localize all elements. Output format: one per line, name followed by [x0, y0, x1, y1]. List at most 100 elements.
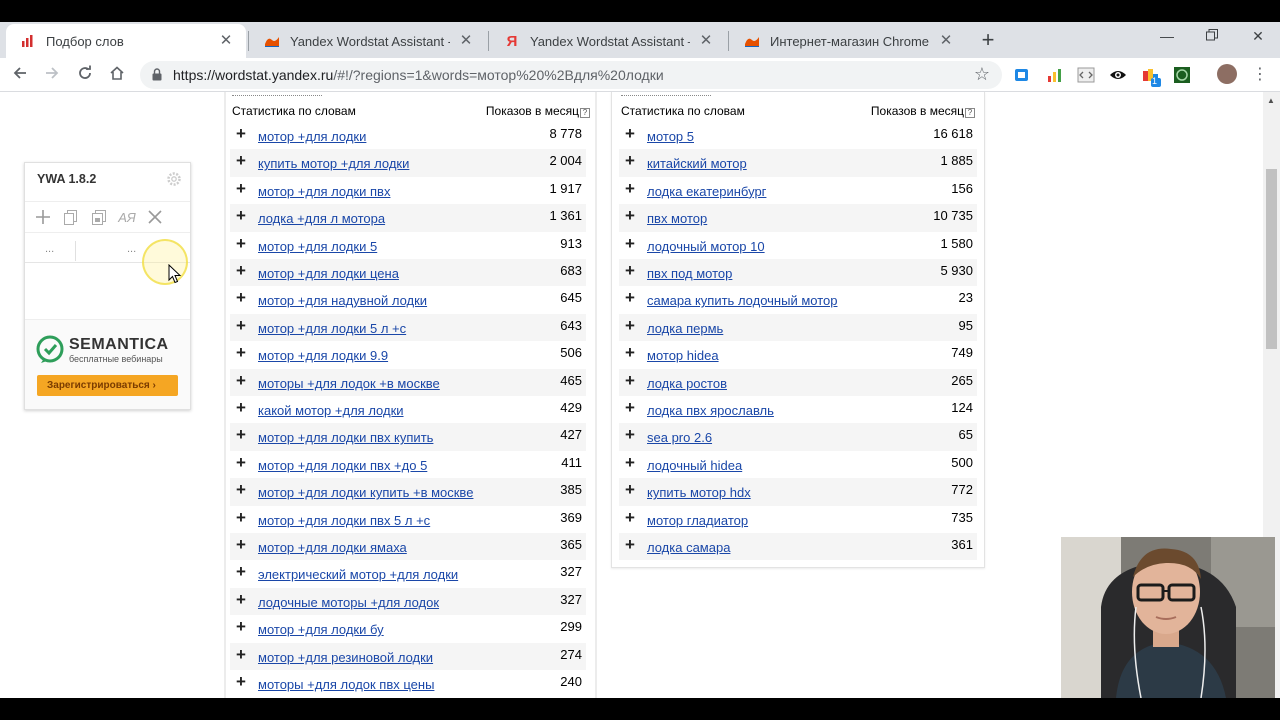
close-tab-icon[interactable]: ✕: [458, 33, 474, 49]
copy-with-counts-icon[interactable]: [89, 207, 109, 227]
new-tab-button[interactable]: +: [977, 29, 999, 52]
add-phrase-icon[interactable]: +: [625, 398, 635, 418]
keyword-link[interactable]: лодка пермь: [647, 321, 723, 336]
keyword-link[interactable]: купить мотор +для лодки: [258, 156, 409, 171]
keyword-link[interactable]: лодка +для л мотора: [258, 211, 385, 226]
forward-button[interactable]: [42, 65, 62, 85]
add-phrase-icon[interactable]: +: [625, 343, 635, 363]
keyword-link[interactable]: мотор +для лодки ямаха: [258, 540, 407, 555]
keyword-link[interactable]: мотор +для лодки пвх: [258, 184, 390, 199]
keyword-link[interactable]: пвх под мотор: [647, 266, 732, 281]
keyword-link[interactable]: мотор +для лодки 9.9: [258, 348, 388, 363]
keyword-link[interactable]: моторы +для лодок +в москве: [258, 376, 440, 391]
add-phrase-icon[interactable]: +: [236, 234, 246, 254]
add-phrase-icon[interactable]: +: [236, 261, 246, 281]
restore-button[interactable]: [1202, 28, 1222, 46]
keyword-link[interactable]: мотор +для лодки: [258, 129, 366, 144]
keyword-link[interactable]: мотор 5: [647, 129, 694, 144]
ywa-column-1[interactable]: ...: [45, 243, 54, 255]
green-ext-icon[interactable]: [1173, 66, 1191, 84]
sort-az-icon[interactable]: AЯ: [117, 207, 137, 227]
keyword-link[interactable]: лодочный мотор 10: [647, 239, 765, 254]
add-phrase-icon[interactable]: +: [625, 453, 635, 473]
keyword-link[interactable]: какой мотор +для лодки: [258, 403, 404, 418]
add-phrase-icon[interactable]: +: [236, 425, 246, 445]
add-phrase-icon[interactable]: +: [236, 672, 246, 692]
add-phrase-icon[interactable]: +: [625, 480, 635, 500]
semantica-ad[interactable]: SEMANTICA бесплатные вебинары Зарегистри…: [25, 319, 190, 409]
keyword-link[interactable]: лодка ростов: [647, 376, 727, 391]
more-icon[interactable]: ⋮: [1252, 66, 1270, 84]
add-phrase-icon[interactable]: +: [236, 151, 246, 171]
register-button[interactable]: Зарегистрироваться ›: [37, 375, 178, 396]
keyword-link[interactable]: sea pro 2.6: [647, 430, 712, 445]
keyword-link[interactable]: мотор +для лодки бу: [258, 622, 384, 637]
add-phrase-icon[interactable]: +: [236, 179, 246, 199]
close-tab-icon[interactable]: ✕: [218, 33, 234, 49]
home-button[interactable]: [107, 65, 127, 85]
add-phrase-icon[interactable]: +: [625, 261, 635, 281]
keyword-link[interactable]: мотор +для лодки купить +в москве: [258, 485, 473, 500]
add-phrase-icon[interactable]: +: [236, 371, 246, 391]
add-phrase-icon[interactable]: +: [236, 562, 246, 582]
scroll-thumb[interactable]: [1266, 169, 1277, 349]
back-button[interactable]: [10, 65, 30, 85]
keyword-link[interactable]: купить мотор hdx: [647, 485, 751, 500]
add-phrase-icon[interactable]: +: [236, 343, 246, 363]
add-phrase-icon[interactable]: +: [625, 234, 635, 254]
add-phrase-icon[interactable]: +: [236, 480, 246, 500]
keyword-link[interactable]: моторы +для лодок пвх цены: [258, 677, 434, 692]
keyword-link[interactable]: мотор +для лодки 5: [258, 239, 377, 254]
keyword-link[interactable]: лодочные моторы +для лодок: [258, 595, 439, 610]
keyword-link[interactable]: лодочный hidea: [647, 458, 742, 473]
add-phrase-icon[interactable]: +: [236, 316, 246, 336]
add-phrase-icon[interactable]: +: [625, 151, 635, 171]
tab-ywa-yandex[interactable]: Я Yandex Wordstat Assistant — Янд ✕: [490, 24, 726, 58]
keyword-link[interactable]: самара купить лодочный мотор: [647, 293, 837, 308]
add-phrase-icon[interactable]: +: [625, 425, 635, 445]
add-phrase-icon[interactable]: +: [236, 453, 246, 473]
add-phrase-icon[interactable]: +: [625, 316, 635, 336]
help-icon[interactable]: ?: [965, 108, 975, 118]
keyword-link[interactable]: мотор +для лодки пвх +до 5: [258, 458, 427, 473]
keyword-link[interactable]: мотор +для лодки 5 л +с: [258, 321, 406, 336]
ywa-column-2[interactable]: ...: [127, 243, 136, 255]
scroll-up-icon[interactable]: ▲: [1267, 96, 1275, 105]
chart-icon[interactable]: [1045, 66, 1063, 84]
tab-chrome-webstore[interactable]: Интернет-магазин Chrome - yan ✕: [730, 24, 966, 58]
add-phrase-icon[interactable]: +: [236, 206, 246, 226]
keyword-link[interactable]: пвх мотор: [647, 211, 707, 226]
keyword-link[interactable]: мотор hidea: [647, 348, 719, 363]
clear-icon[interactable]: [145, 207, 165, 227]
keyword-link[interactable]: лодка екатеринбург: [647, 184, 766, 199]
keyword-link[interactable]: мотор +для надувной лодки: [258, 293, 427, 308]
add-phrase-icon[interactable]: +: [236, 535, 246, 555]
add-phrase-icon[interactable]: +: [236, 288, 246, 308]
keyword-link[interactable]: электрический мотор +для лодки: [258, 567, 458, 582]
minimize-button[interactable]: —: [1157, 28, 1177, 46]
keyword-link[interactable]: лодка самара: [647, 540, 730, 555]
tab-podbor-slov[interactable]: Подбор слов ✕: [6, 24, 246, 58]
add-phrase-icon[interactable]: +: [236, 398, 246, 418]
keyword-link[interactable]: мотор +для резиновой лодки: [258, 650, 433, 665]
flag-icon[interactable]: 1: [1141, 66, 1161, 87]
add-phrase-icon[interactable]: +: [236, 124, 246, 144]
keyword-link[interactable]: лодка пвх ярославль: [647, 403, 774, 418]
bookmark-star-icon[interactable]: ☆: [974, 64, 990, 85]
add-phrase-icon[interactable]: +: [236, 645, 246, 665]
keyword-link[interactable]: мотор гладиатор: [647, 513, 748, 528]
add-phrase-icon[interactable]: +: [236, 590, 246, 610]
avatar[interactable]: [1217, 64, 1237, 84]
close-tab-icon[interactable]: ✕: [938, 33, 954, 49]
ywa-badge-icon[interactable]: [1013, 66, 1031, 84]
add-phrase-icon[interactable]: +: [236, 617, 246, 637]
add-phrase-icon[interactable]: +: [625, 288, 635, 308]
copy-icon[interactable]: [61, 207, 81, 227]
add-phrase-icon[interactable]: +: [625, 124, 635, 144]
add-phrase-icon[interactable]: +: [625, 179, 635, 199]
add-phrase-icon[interactable]: +: [625, 371, 635, 391]
keyword-link[interactable]: мотор +для лодки пвх 5 л +с: [258, 513, 430, 528]
keyword-link[interactable]: мотор +для лодки пвх купить: [258, 430, 433, 445]
add-phrase-icon[interactable]: +: [625, 535, 635, 555]
add-phrase-icon[interactable]: +: [236, 508, 246, 528]
